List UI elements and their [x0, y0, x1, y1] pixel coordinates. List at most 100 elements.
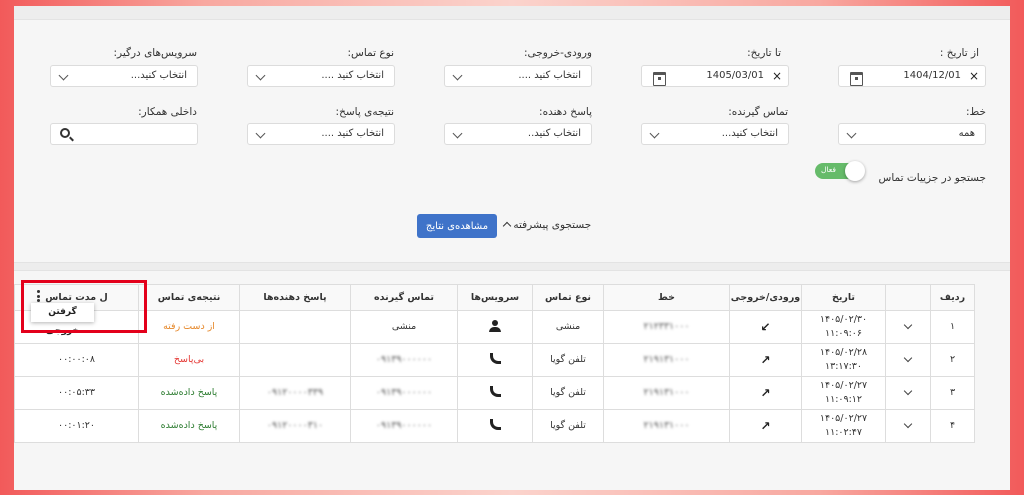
call-type-cell: منشی: [532, 310, 604, 344]
call-type-label: نوع تماس:: [347, 47, 395, 59]
col-services[interactable]: سرویس‌ها: [457, 284, 533, 311]
col-direction[interactable]: ورودی/خروجی: [729, 284, 802, 311]
other-services-select[interactable]: انتخاب کنید...: [50, 65, 198, 87]
extension-input[interactable]: [50, 123, 198, 145]
calendar-icon[interactable]: [850, 70, 863, 86]
direction-select[interactable]: انتخاب کنید ....: [444, 65, 592, 87]
call-type-cell: تلفن گویا: [532, 376, 604, 410]
phone-icon: [489, 386, 501, 397]
line-value: همه: [958, 128, 975, 139]
from-date-value: 1404/12/01: [903, 70, 961, 81]
callee-select[interactable]: انتخاب کنید...: [641, 123, 789, 145]
responder-label: پاسخ دهنده:: [539, 106, 592, 118]
date-cell: ۱۴۰۵/۰۲/۳۰ ۱۱:۰۹:۰۶: [801, 310, 886, 344]
col-responders[interactable]: پاسخ دهنده‌ها: [239, 284, 351, 311]
col-caller[interactable]: تماس گیرنده: [350, 284, 458, 311]
col-date[interactable]: تاریخ: [801, 284, 886, 311]
result-cell: از دست رفته: [138, 310, 240, 344]
responder-value: انتخاب کنید..: [527, 128, 581, 139]
other-services-label: سرویس‌های درگیر:: [113, 47, 197, 59]
expand-cell[interactable]: [885, 343, 931, 377]
caller-cell: ۰۹۱۳۹۰۰۰۰۰۰: [350, 409, 458, 443]
search-icon[interactable]: [60, 128, 70, 138]
date-cell: ۱۴۰۵/۰۲/۲۷ ۱۱:۰۲:۴۷: [801, 409, 886, 443]
index-cell: ۴: [930, 409, 975, 443]
table-row[interactable]: ۰۰:۰۱:۲۰ پاسخ داده‌شده ۰۹۱۲۰۰۰۰۳۱۰ ۰۹۱۳۹۰۰۰…: [14, 409, 975, 443]
to-date-field[interactable]: 1405/03/01 ×: [641, 65, 789, 87]
col-call-type[interactable]: نوع تماس: [532, 284, 604, 311]
detail-search-toggle[interactable]: فعال: [815, 161, 865, 181]
responders-cell: ۰۹۱۲۰۰۰۰۳۳۹: [239, 376, 351, 410]
other-services-value: انتخاب کنید...: [130, 70, 187, 81]
table-row[interactable]: از دست رفته منشی منشی ۲۱۲۳۳۱۰۰۰ ↙ ۱۴۰۵/۰۲/۳۰ ۱…: [14, 310, 975, 344]
line-select[interactable]: همه: [838, 123, 986, 145]
direction-label: ورودی-خروجی:: [523, 47, 592, 59]
responders-cell: ۰۹۱۲۰۰۰۰۳۱۰: [239, 409, 351, 443]
table-row[interactable]: ۰۰:۰۰:۰۸ بی‌پاسخ ۰۹۱۳۹۰۰۰۰۰۰ تلفن گویا ۲۱۹۱۳…: [14, 343, 975, 377]
calendar-icon[interactable]: [653, 70, 666, 86]
caller-cell: ۰۹۱۳۹۰۰۰۰۰۰: [350, 376, 458, 410]
chevron-down-icon[interactable]: [903, 419, 913, 428]
col-expand: [885, 284, 931, 311]
from-date-field[interactable]: 1404/12/01 ×: [838, 65, 986, 87]
calls-table: ل مدت تماس نتیجه‌ی تماس پاسخ دهنده‌ها تم…: [14, 284, 975, 443]
date-cell: ۱۴۰۵/۰۲/۲۷ ۱۱:۰۹:۱۲: [801, 376, 886, 410]
date-cell: ۱۴۰۵/۰۲/۲۸ ۱۳:۱۷:۳۰: [801, 343, 886, 377]
chevron-down-icon: [58, 70, 69, 81]
phone-icon: [489, 353, 501, 364]
expand-cell[interactable]: [885, 376, 931, 410]
result-select[interactable]: انتخاب کنید ....: [247, 123, 395, 145]
chevron-down-icon[interactable]: [903, 353, 913, 362]
call-direction-icon: ↗: [760, 386, 771, 400]
responders-cell: [239, 310, 351, 344]
from-date-label: از تاریخ :: [939, 47, 979, 59]
col-result[interactable]: نتیجه‌ی تماس: [138, 284, 240, 311]
clear-icon[interactable]: ×: [969, 69, 979, 83]
table-row[interactable]: ۰۰:۰۵:۳۳ پاسخ داده‌شده ۰۹۱۲۰۰۰۰۳۳۹ ۰۹۱۳۹۰۰۰…: [14, 376, 975, 410]
caller-cell: ۰۹۱۳۹۰۰۰۰۰۰: [350, 343, 458, 377]
result-cell: بی‌پاسخ: [138, 343, 240, 377]
col-line[interactable]: خط: [603, 284, 730, 311]
clear-icon[interactable]: ×: [772, 69, 782, 83]
caller-cell: منشی: [350, 310, 458, 344]
duration-cell: ۰۰:۰۰:۰۸: [14, 343, 139, 377]
result-cell: پاسخ داده‌شده: [138, 376, 240, 410]
call-direction-icon: ↙: [760, 320, 771, 334]
line-cell: ۲۱۹۱۳۱۰۰۰: [603, 343, 730, 377]
callee-value: انتخاب کنید...: [721, 128, 778, 139]
line-cell: ۲۱۲۳۳۱۰۰۰: [603, 310, 730, 344]
line-label: خط:: [966, 106, 986, 118]
result-label: نتیجه‌ی پاسخ:: [335, 106, 394, 118]
chevron-down-icon[interactable]: [903, 320, 913, 329]
direction-cell: ↗: [729, 343, 802, 377]
table-header-row: ل مدت تماس نتیجه‌ی تماس پاسخ دهنده‌ها تم…: [14, 284, 975, 311]
col-index[interactable]: ردیف: [930, 284, 975, 311]
highlight-box: [21, 280, 147, 333]
service-cell: [457, 409, 533, 443]
line-cell: ۲۱۹۱۳۱۰۰۰: [603, 409, 730, 443]
result-cell: پاسخ داده‌شده: [138, 409, 240, 443]
service-cell: [457, 376, 533, 410]
chevron-down-icon[interactable]: [903, 386, 913, 395]
call-type-select[interactable]: انتخاب کنید ....: [247, 65, 395, 87]
toggle-knob: [845, 161, 865, 181]
chevron-up-icon: [502, 221, 512, 231]
chevron-down-icon: [255, 70, 266, 81]
toggle-state-label: فعال: [821, 165, 836, 174]
detail-search-label: جستجو در جزییات تماس: [878, 172, 986, 184]
index-cell: ۲: [930, 343, 975, 377]
responders-cell: [239, 343, 351, 377]
expand-cell[interactable]: [885, 409, 931, 443]
responder-select[interactable]: انتخاب کنید..: [444, 123, 592, 145]
direction-cell: ↗: [729, 376, 802, 410]
call-direction-icon: ↗: [760, 419, 771, 433]
expand-cell[interactable]: [885, 310, 931, 344]
chevron-down-icon: [649, 128, 660, 139]
service-cell: [457, 343, 533, 377]
chevron-down-icon: [452, 70, 463, 81]
index-cell: ۱: [930, 310, 975, 344]
callee-label: تماس گیرنده:: [728, 106, 788, 118]
to-date-value: 1405/03/01: [706, 70, 764, 81]
advanced-search-link[interactable]: جستجوی پیشرفته: [500, 219, 591, 231]
show-results-button[interactable]: مشاهده‌ی نتایج: [417, 214, 497, 238]
